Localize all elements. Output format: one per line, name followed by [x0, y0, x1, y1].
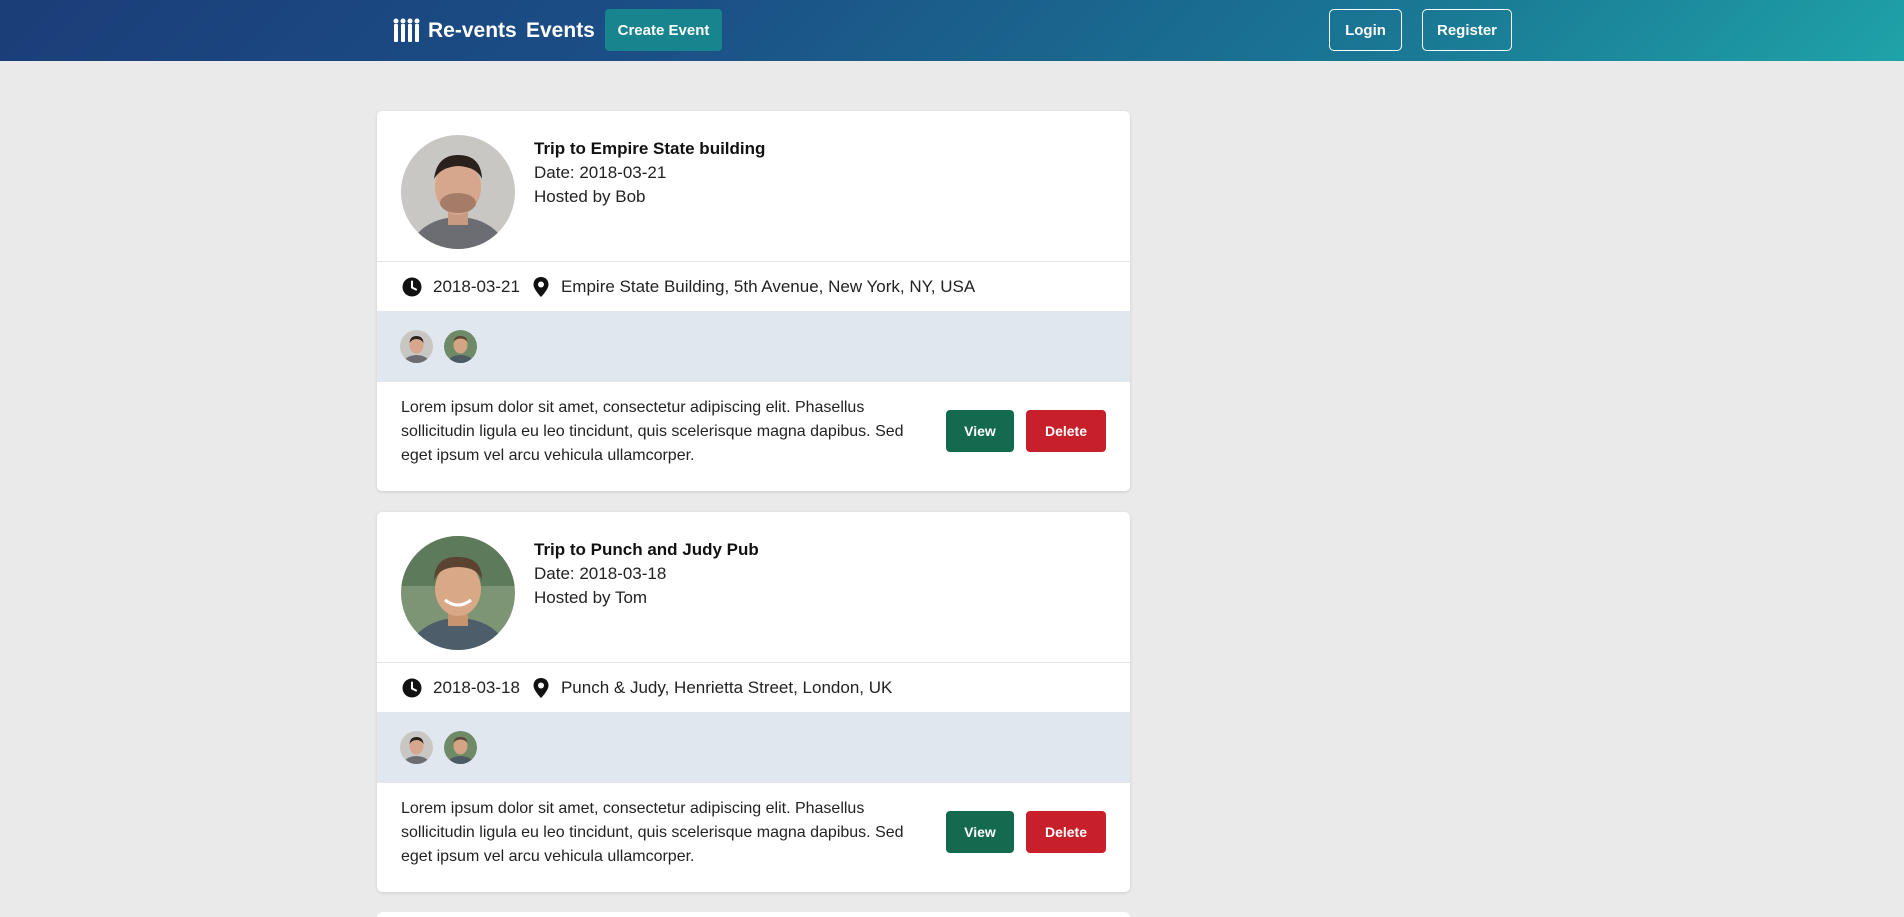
event-date: 2018-03-21: [433, 276, 520, 296]
login-button[interactable]: Login: [1329, 9, 1402, 51]
event-meta-row: 2018-03-18 Punch & Judy, Henrietta Stree…: [377, 663, 1130, 712]
delete-button[interactable]: Delete: [1026, 410, 1106, 452]
register-button[interactable]: Register: [1422, 9, 1512, 51]
attendee-avatar[interactable]: [400, 330, 433, 363]
event-card: Trip to Empire State building Date: 2018…: [377, 111, 1130, 491]
host-avatar: [401, 135, 515, 249]
view-button[interactable]: View: [946, 811, 1014, 853]
event-date-text: Date: 2018-03-21: [534, 163, 667, 182]
attendee-avatar[interactable]: [444, 731, 477, 764]
event-venue: Empire State Building, 5th Avenue, New Y…: [560, 276, 976, 296]
host-photo-icon: [401, 135, 515, 249]
map-pin-icon: [533, 276, 549, 297]
event-date-text: Date: 2018-03-18: [534, 564, 667, 583]
event-card-footer: Lorem ipsum dolor sit amet, consectetur …: [377, 783, 1130, 892]
brand-name: Re-vents: [428, 19, 517, 42]
create-event-button[interactable]: Create Event: [605, 9, 722, 51]
people-logo-icon: [393, 18, 420, 42]
event-card-header: Trip to Punch and Judy Pub Date: 2018-03…: [377, 512, 1130, 663]
nav-events-link[interactable]: Events: [526, 19, 595, 43]
event-title[interactable]: Trip to Empire State building: [534, 139, 765, 159]
event-card-header: Trip to Empire State building Date: 2018…: [377, 111, 1130, 262]
event-date: 2018-03-18: [433, 677, 520, 697]
delete-button[interactable]: Delete: [1026, 811, 1106, 853]
event-description: Lorem ipsum dolor sit amet, consectetur …: [401, 399, 904, 464]
event-title[interactable]: Trip to Punch and Judy Pub: [534, 540, 759, 560]
top-navbar: Re-vents Events Create Event Login Regis…: [0, 0, 1904, 61]
view-button[interactable]: View: [946, 410, 1014, 452]
event-meta-row: 2018-03-21 Empire State Building, 5th Av…: [377, 262, 1130, 311]
attendee-avatar[interactable]: [400, 731, 433, 764]
attendee-list: [377, 712, 1130, 783]
host-photo-icon: [401, 536, 515, 650]
event-description: Lorem ipsum dolor sit amet, consectetur …: [401, 800, 904, 865]
clock-icon: [402, 277, 422, 296]
attendee-avatar[interactable]: [444, 330, 477, 363]
event-card-footer: Lorem ipsum dolor sit amet, consectetur …: [377, 382, 1130, 491]
navbar-container: Re-vents Events Create Event Login Regis…: [0, 0, 1904, 61]
map-pin-icon: [533, 677, 549, 698]
clock-icon: [402, 678, 422, 697]
attendee-list: [377, 311, 1130, 382]
event-host-text: Hosted by Tom: [534, 588, 648, 607]
brand-link[interactable]: Re-vents: [392, 16, 517, 46]
event-card-partial: [377, 912, 1130, 917]
event-card: Trip to Punch and Judy Pub Date: 2018-03…: [377, 512, 1130, 892]
host-avatar: [401, 536, 515, 650]
event-venue: Punch & Judy, Henrietta Street, London, …: [560, 677, 893, 697]
event-host-text: Hosted by Bob: [534, 187, 646, 206]
